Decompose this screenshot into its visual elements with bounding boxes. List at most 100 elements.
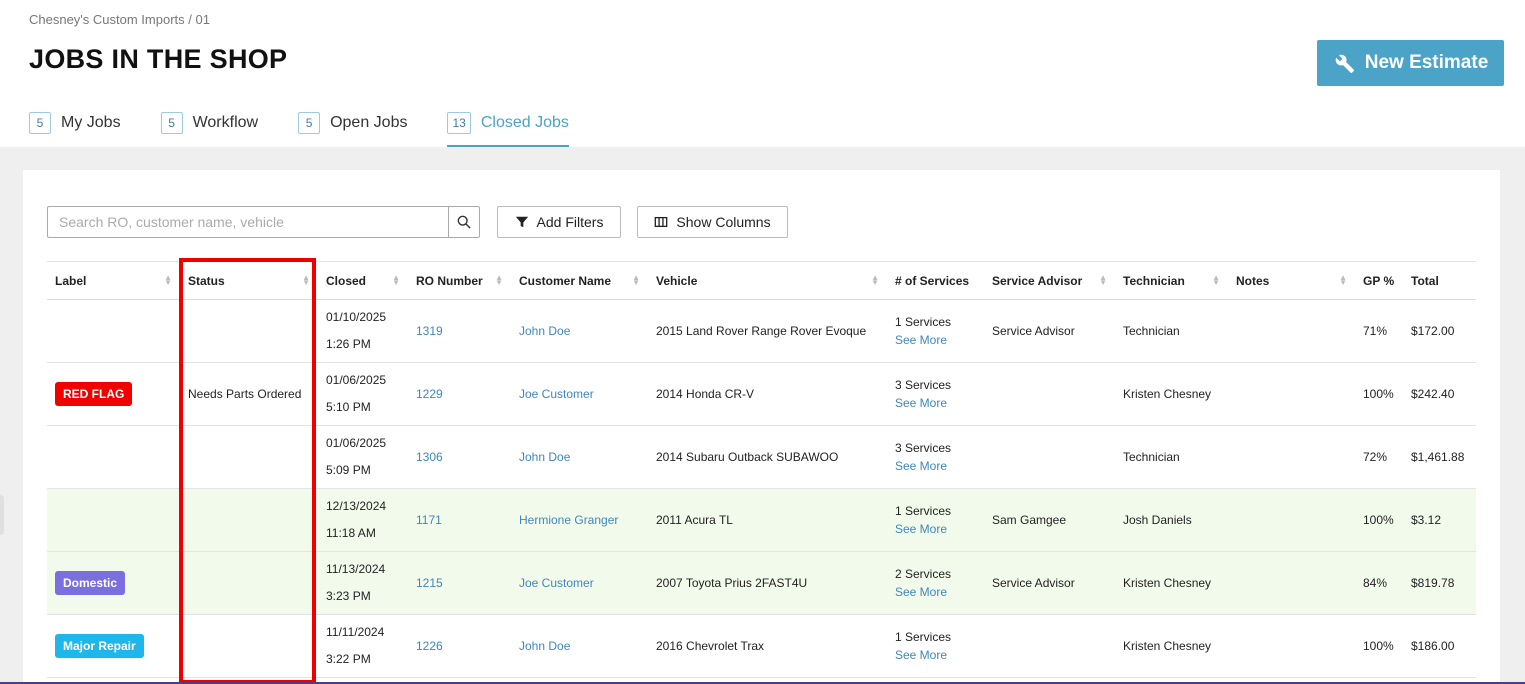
column-header-vehicle[interactable]: Vehicle ▲ ▼ <box>648 261 887 300</box>
sort-icon[interactable]: ▲ ▼ <box>495 273 503 286</box>
cell-services: 1 Services See More <box>887 299 984 363</box>
table-row[interactable]: 01/10/2025 1:26 PM 1319 John Doe 2015 La… <box>47 299 1476 363</box>
column-header-text: GP % <box>1363 273 1395 288</box>
table-row[interactable]: RED FLAG Needs Parts Ordered 01/06/2025 … <box>47 362 1476 426</box>
cell-label <box>47 299 180 363</box>
search-input[interactable] <box>47 206 448 238</box>
search-icon <box>457 215 471 229</box>
cell-technician: Technician <box>1115 425 1228 489</box>
cell-closed: 01/06/2025 5:10 PM <box>318 362 408 426</box>
sort-icon[interactable]: ▲ ▼ <box>1339 273 1347 286</box>
label-tag[interactable]: Domestic <box>55 571 126 595</box>
customer-link[interactable]: John Doe <box>519 450 570 464</box>
see-more-link[interactable]: See More <box>895 585 976 599</box>
cell-notes <box>1228 362 1355 426</box>
closed-time: 3:23 PM <box>326 589 371 603</box>
tab-label: Open Jobs <box>330 114 408 131</box>
customer-link[interactable]: Joe Customer <box>519 576 594 590</box>
table-body: 01/10/2025 1:26 PM 1319 John Doe 2015 La… <box>47 299 1476 678</box>
sort-icon[interactable]: ▲ ▼ <box>871 273 879 286</box>
sort-icon[interactable]: ▲ ▼ <box>1099 273 1107 286</box>
ro-number-link[interactable]: 1226 <box>416 639 443 653</box>
label-tag[interactable]: Major Repair <box>55 634 144 658</box>
sort-icon[interactable]: ▲ ▼ <box>302 273 310 286</box>
see-more-link[interactable]: See More <box>895 396 976 410</box>
search-button[interactable] <box>448 206 480 238</box>
column-header-text: Status <box>188 273 225 288</box>
column-header-total[interactable]: Total <box>1403 261 1476 300</box>
cell-closed: 01/06/2025 5:09 PM <box>318 425 408 489</box>
cell-status <box>180 299 318 363</box>
ro-number-link[interactable]: 1229 <box>416 387 443 401</box>
cell-customer: John Doe <box>511 614 648 678</box>
column-header-gp[interactable]: GP % <box>1355 261 1403 300</box>
cell-services: 3 Services See More <box>887 425 984 489</box>
cell-ro-number: 1319 <box>408 299 511 363</box>
tab-my-jobs[interactable]: 5 My Jobs <box>29 110 121 147</box>
cell-technician: Josh Daniels <box>1115 488 1228 552</box>
column-header-service-advisor[interactable]: Service Advisor ▲ ▼ <box>984 261 1115 300</box>
sort-icon[interactable]: ▲ ▼ <box>632 273 640 286</box>
show-columns-button[interactable]: Show Columns <box>637 206 788 238</box>
new-estimate-label: New Estimate <box>1364 52 1489 73</box>
column-header-text: RO Number <box>416 273 483 288</box>
cell-label: Major Repair <box>47 614 180 678</box>
column-header-label[interactable]: Label ▲ ▼ <box>47 261 180 300</box>
cell-service-advisor <box>984 362 1115 426</box>
customer-link[interactable]: John Doe <box>519 639 570 653</box>
cell-vehicle: 2007 Toyota Prius 2FAST4U <box>648 551 887 615</box>
column-header-text: Customer Name <box>519 273 612 288</box>
sort-icon[interactable]: ▲ ▼ <box>164 273 172 286</box>
column-header-status[interactable]: Status ▲ ▼ <box>180 261 318 300</box>
cell-gp: 72% <box>1355 425 1403 489</box>
cell-service-advisor: Service Advisor <box>984 551 1115 615</box>
column-header-closed[interactable]: Closed ▲ ▼ <box>318 261 408 300</box>
jobs-panel: Add Filters Show Columns Label ▲▼ Status ▲… <box>23 170 1500 684</box>
label-tag[interactable]: RED FLAG <box>55 382 133 406</box>
cell-status <box>180 551 318 615</box>
see-more-link[interactable]: See More <box>895 648 976 662</box>
column-header-text: Total <box>1411 273 1439 288</box>
column-header-text: Label <box>55 273 87 288</box>
column-header-customer-name[interactable]: Customer Name ▲ ▼ <box>511 261 648 300</box>
new-estimate-button[interactable]: New Estimate <box>1317 40 1504 86</box>
see-more-link[interactable]: See More <box>895 459 976 473</box>
customer-link[interactable]: John Doe <box>519 324 570 338</box>
cell-notes <box>1228 488 1355 552</box>
ro-number-link[interactable]: 1319 <box>416 324 443 338</box>
ro-number-link[interactable]: 1215 <box>416 576 443 590</box>
see-more-link[interactable]: See More <box>895 333 976 347</box>
cell-status <box>180 614 318 678</box>
tab-closed-jobs[interactable]: 13 Closed Jobs <box>447 110 569 147</box>
cell-status: Needs Parts Ordered <box>180 362 318 426</box>
cell-customer: Joe Customer <box>511 362 648 426</box>
cell-technician: Kristen Chesney <box>1115 362 1228 426</box>
ro-number-link[interactable]: 1306 <box>416 450 443 464</box>
column-header-services[interactable]: # of Services <box>887 261 984 300</box>
table-row[interactable]: Major Repair 11/11/2024 3:22 PM 1226 Joh… <box>47 614 1476 678</box>
customer-link[interactable]: Joe Customer <box>519 387 594 401</box>
cell-ro-number: 1226 <box>408 614 511 678</box>
services-count: 2 Services <box>895 567 952 581</box>
cell-services: 2 Services See More <box>887 551 984 615</box>
breadcrumb[interactable]: Chesney's Custom Imports / 01 <box>29 12 210 27</box>
table-row[interactable]: 12/13/2024 11:18 AM 1171 Hermione Grange… <box>47 488 1476 552</box>
column-header-notes[interactable]: Notes ▲ ▼ <box>1228 261 1355 300</box>
table-row[interactable]: 01/06/2025 5:09 PM 1306 John Doe 2014 Su… <box>47 425 1476 489</box>
tab-workflow[interactable]: 5 Workflow <box>160 110 258 147</box>
see-more-link[interactable]: See More <box>895 522 976 536</box>
add-filters-button[interactable]: Add Filters <box>497 206 621 238</box>
column-header-ro-number[interactable]: RO Number ▲ ▼ <box>408 261 511 300</box>
column-header-technician[interactable]: Technician ▲ ▼ <box>1115 261 1228 300</box>
column-header-text: # of Services <box>895 273 970 288</box>
closed-time: 1:26 PM <box>326 337 371 351</box>
sort-icon[interactable]: ▲ ▼ <box>392 273 400 286</box>
ro-number-link[interactable]: 1171 <box>416 513 442 527</box>
table-row[interactable]: Domestic 11/13/2024 3:23 PM 1215 Joe Cus… <box>47 551 1476 615</box>
customer-link[interactable]: Hermione Granger <box>519 513 618 527</box>
tab-open-jobs[interactable]: 5 Open Jobs <box>298 110 407 147</box>
cell-technician: Kristen Chesney <box>1115 551 1228 615</box>
cell-total: $819.78 <box>1403 551 1476 615</box>
sort-icon[interactable]: ▲ ▼ <box>1212 273 1220 286</box>
cell-ro-number: 1306 <box>408 425 511 489</box>
